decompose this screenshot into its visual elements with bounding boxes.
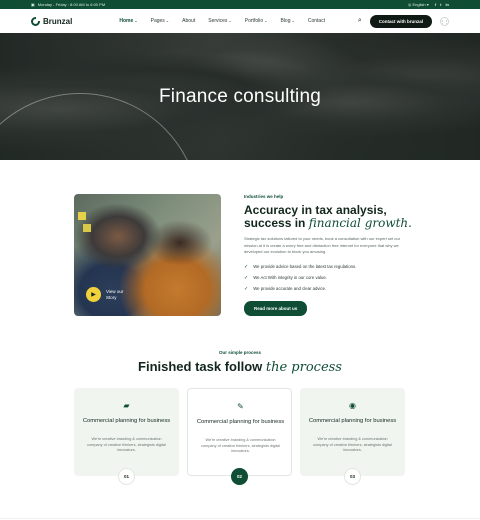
nav-item-about[interactable]: About <box>182 18 195 24</box>
step-number: 01 <box>118 468 135 485</box>
grid-menu-icon[interactable]: ⋮⋮ <box>440 16 449 26</box>
nav-item-pages[interactable]: Pages⌄ <box>151 18 170 24</box>
chevron-down-icon: ⌄ <box>264 18 268 23</box>
search-icon[interactable]: ⌕ <box>358 17 362 25</box>
read-more-button[interactable]: Read more about us <box>244 300 308 316</box>
calendar-icon: ▣ <box>31 2 35 7</box>
check-icon: ✓ <box>244 274 249 281</box>
nav-item-services[interactable]: Services⌄ <box>208 18 232 24</box>
opening-hours: ▣ Monday - Friday : 8:00 AM to 6:00 PM <box>31 2 105 7</box>
step-number: 03 <box>344 468 361 485</box>
check-text: We Act With integrity in our core value. <box>253 275 327 280</box>
chevron-down-icon: ⌄ <box>228 18 232 23</box>
process-card-3[interactable]: ◉ Commercial planning for business We're… <box>300 388 405 476</box>
nav-item-blog[interactable]: Blog⌄ <box>280 18 294 24</box>
process-title-accent: the process <box>265 360 342 375</box>
coins-icon: ◉ <box>349 401 356 410</box>
top-bar: ▣ Monday - Friday : 8:00 AM to 6:00 PM ◎… <box>0 0 480 9</box>
check-text: We provide accurate and clear advice. <box>253 286 327 291</box>
contact-button[interactable]: Contact with brunzal <box>369 14 432 28</box>
check-icon: ✓ <box>244 285 249 292</box>
facebook-icon[interactable]: f <box>435 2 436 7</box>
card-description: We're creative branding & communication … <box>87 437 166 452</box>
card-description: We're creative branding & communication … <box>313 437 392 452</box>
chevron-down-icon: ⌄ <box>134 18 138 23</box>
process-eyebrow: Our simple process <box>218 350 262 355</box>
menu: Home⌄ Pages⌄ About Services⌄ Portfolio⌄ … <box>119 18 325 24</box>
step-number-active: 02 <box>231 468 248 485</box>
check-item: ✓ We provide advice based on the latest t… <box>244 264 414 270</box>
nav-label-blog: Blog <box>280 18 291 24</box>
about-section: Industries we help Accuracy in tax analy… <box>244 194 414 316</box>
pen-icon: ✎ <box>237 402 244 411</box>
logo-mark-icon <box>31 16 40 26</box>
play-icon[interactable]: ▶ <box>86 287 101 302</box>
about-title-accent: financial growth. <box>308 216 412 230</box>
briefcase-icon: ▰ <box>123 401 130 410</box>
process-title: Finished task follow the process <box>0 359 480 375</box>
check-text: We provide advice based on the latest ta… <box>253 264 357 269</box>
twitter-icon[interactable]: t <box>440 2 441 7</box>
check-icon: ✓ <box>244 263 249 270</box>
video-label: View our Story <box>106 289 124 300</box>
check-item: ✓ We provide accurate and clear advice. <box>244 286 414 292</box>
logo[interactable]: Brunzal <box>31 16 73 26</box>
process-card-2[interactable]: ✎ Commercial planning for business We're… <box>187 388 292 476</box>
section-divider <box>0 518 480 519</box>
nav-label-portfolio: Portfolio <box>244 18 264 24</box>
card-title: Commercial planning for business <box>308 418 397 424</box>
sticky-note <box>83 224 91 232</box>
language-selector[interactable]: ◎ English ▾ <box>408 2 429 7</box>
process-title-plain: Finished task follow <box>138 359 266 374</box>
about-title: Accuracy in tax analysis, success in fin… <box>244 204 414 230</box>
video-button[interactable]: ▶ View our Story <box>86 287 130 302</box>
card-description: We're creative branding & communication … <box>201 438 280 453</box>
main-navigation: Brunzal Home⌄ Pages⌄ About Services⌄ Por… <box>0 9 480 33</box>
opening-hours-text: Monday - Friday : 8:00 AM to 6:00 PM <box>37 2 106 7</box>
card-title: Commercial planning for business <box>196 419 285 425</box>
hero-title: Finance consulting <box>158 86 322 107</box>
nav-item-contact[interactable]: Contact <box>308 18 325 24</box>
social-links: f t in <box>435 2 449 7</box>
nav-label-pages: Pages <box>150 18 165 24</box>
nav-label-home: Home <box>119 18 134 24</box>
chevron-down-icon: ⌄ <box>291 18 295 23</box>
nav-item-home[interactable]: Home⌄ <box>119 18 137 24</box>
check-list: ✓ We provide advice based on the latest t… <box>244 264 414 292</box>
about-eyebrow: Industries we help <box>244 194 284 199</box>
nav-item-portfolio[interactable]: Portfolio⌄ <box>245 18 268 24</box>
card-title: Commercial planning for business <box>82 418 171 424</box>
language-label: English <box>412 2 426 7</box>
process-cards: ▰ Commercial planning for business We're… <box>74 388 406 485</box>
chevron-down-icon: ⌄ <box>165 18 170 23</box>
team-photo: ▶ View our Story <box>74 194 221 316</box>
about-description: Strategic tax solutions tailored to your… <box>244 236 401 254</box>
logo-text: Brunzal <box>43 16 73 26</box>
hero-banner: Finance consulting <box>0 33 480 160</box>
sticky-note <box>78 212 86 220</box>
linkedin-icon[interactable]: in <box>445 2 449 7</box>
nav-label-services: Services <box>208 18 228 24</box>
check-item: ✓ We Act With integrity in our core value… <box>244 275 414 281</box>
process-card-1[interactable]: ▰ Commercial planning for business We're… <box>74 388 179 476</box>
